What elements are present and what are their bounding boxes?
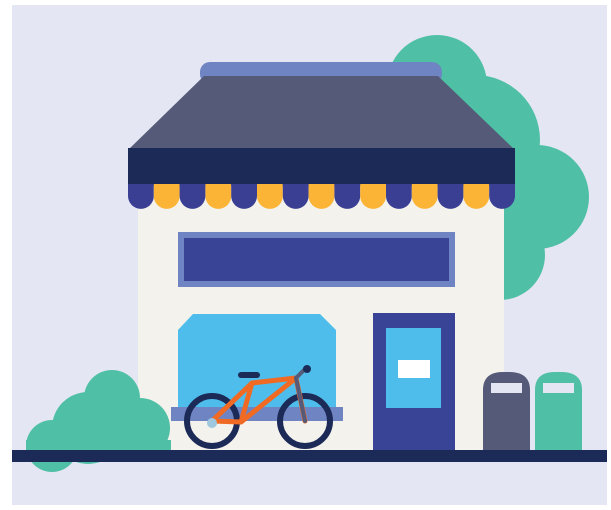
awning-scallop xyxy=(386,184,412,209)
awning-scallop xyxy=(437,184,464,209)
rear-hub xyxy=(207,418,217,428)
awning-scallop xyxy=(308,184,335,209)
awning-band xyxy=(128,148,515,186)
awning-scallops xyxy=(128,184,515,209)
ground-line xyxy=(12,450,607,462)
awning-scallop xyxy=(179,184,206,209)
trash-bin-icon xyxy=(483,372,530,454)
awning-scallop xyxy=(334,184,361,209)
awning-scallop xyxy=(463,184,490,209)
door-sign xyxy=(398,360,430,378)
awning-scallop xyxy=(231,184,257,209)
trash-bin-icon xyxy=(535,372,582,454)
signboard-panel xyxy=(184,238,449,281)
door-icon[interactable] xyxy=(373,313,455,454)
awning-scallop xyxy=(205,184,232,209)
awning-scallop xyxy=(257,184,283,209)
awning-scallop xyxy=(411,184,438,209)
bike-seat xyxy=(238,372,260,378)
bike-grip xyxy=(303,365,311,373)
awning-scallop xyxy=(128,184,154,209)
awning-scallop xyxy=(282,184,309,209)
awning-scallop xyxy=(489,184,515,209)
awning-scallop xyxy=(153,184,180,209)
awning-scallop xyxy=(360,184,386,209)
storefront-illustration xyxy=(12,5,607,505)
